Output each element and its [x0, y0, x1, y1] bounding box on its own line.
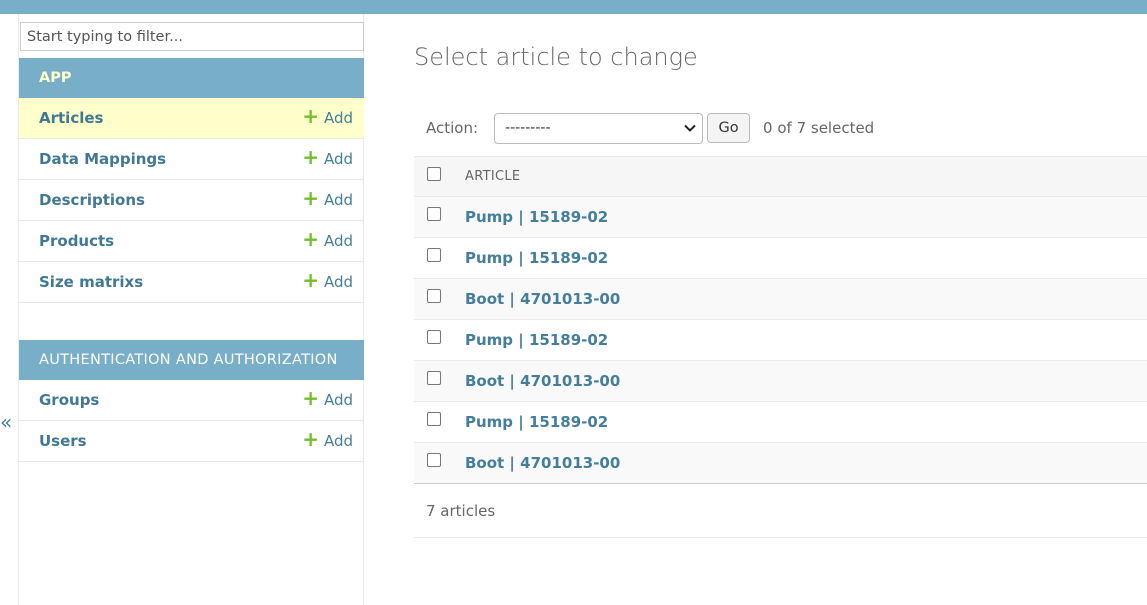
results-table: ARTICLE Pump | 15189-02 Pump | 15189-02 …: [414, 156, 1147, 484]
add-users-link[interactable]: + Add: [302, 427, 353, 451]
plus-icon: +: [302, 104, 319, 128]
nav-filter-input[interactable]: [20, 22, 364, 51]
add-label[interactable]: Add: [324, 391, 353, 409]
add-label[interactable]: Add: [324, 150, 353, 168]
table-header: ARTICLE: [414, 156, 1147, 197]
module-app: APP Articles + Add Data Mappings + Add Des…: [19, 58, 364, 303]
table-row: Pump | 15189-02: [414, 320, 1147, 361]
add-data-mappings-link[interactable]: + Add: [302, 145, 353, 169]
article-link[interactable]: Boot | 4701013-00: [465, 372, 620, 390]
sidebar-item-label[interactable]: Size matrixs: [39, 273, 143, 291]
add-label[interactable]: Add: [324, 273, 353, 291]
table-row: Boot | 4701013-00: [414, 443, 1147, 484]
collapse-sidebar-icon[interactable]: «: [0, 410, 12, 434]
nav-sidebar: APP Articles + Add Data Mappings + Add Des…: [18, 14, 364, 605]
add-label[interactable]: Add: [324, 191, 353, 209]
sidebar-item-groups[interactable]: Groups + Add: [19, 380, 364, 421]
row-checkbox[interactable]: [427, 248, 441, 262]
article-link[interactable]: Pump | 15189-02: [465, 208, 608, 226]
table-row: Pump | 15189-02: [414, 197, 1147, 238]
add-descriptions-link[interactable]: + Add: [302, 186, 353, 210]
plus-icon: +: [302, 268, 319, 292]
selection-counter: 0 of 7 selected: [763, 119, 875, 137]
add-articles-link[interactable]: + Add: [302, 104, 353, 128]
sidebar-item-descriptions[interactable]: Descriptions + Add: [19, 180, 364, 221]
column-header-article[interactable]: ARTICLE: [465, 169, 520, 184]
article-link[interactable]: Pump | 15189-02: [465, 413, 608, 431]
sidebar-item-label[interactable]: Users: [39, 432, 87, 450]
row-checkbox[interactable]: [427, 207, 441, 221]
sidebar-item-label[interactable]: Articles: [39, 109, 103, 127]
table-row: Pump | 15189-02: [414, 402, 1147, 443]
row-checkbox[interactable]: [427, 453, 441, 467]
article-link[interactable]: Boot | 4701013-00: [465, 454, 620, 472]
action-select[interactable]: ---------: [494, 112, 704, 144]
row-checkbox[interactable]: [427, 371, 441, 385]
module-auth: AUTHENTICATION AND AUTHORIZATION Groups …: [19, 340, 364, 462]
table-row: Boot | 4701013-00: [414, 279, 1147, 320]
sidebar-item-label[interactable]: Groups: [39, 391, 99, 409]
action-select-value: ---------: [505, 120, 551, 136]
table-row: Boot | 4701013-00: [414, 361, 1147, 402]
sidebar-item-label[interactable]: Products: [39, 232, 114, 250]
select-all-checkbox[interactable]: [427, 166, 441, 181]
plus-icon: +: [302, 145, 319, 169]
sidebar-item-size-matrixs[interactable]: Size matrixs + Add: [19, 262, 364, 303]
table-body: Pump | 15189-02 Pump | 15189-02 Boot | 4…: [414, 197, 1147, 484]
paginator: 7 articles: [414, 485, 1147, 538]
row-checkbox[interactable]: [427, 412, 441, 426]
module-header-auth[interactable]: AUTHENTICATION AND AUTHORIZATION: [19, 340, 364, 380]
chevron-down-icon: [684, 124, 696, 132]
article-link[interactable]: Boot | 4701013-00: [465, 290, 620, 308]
sidebar-item-label[interactable]: Data Mappings: [39, 150, 166, 168]
action-label: Action:: [426, 119, 479, 137]
article-link[interactable]: Pump | 15189-02: [465, 331, 608, 349]
article-link[interactable]: Pump | 15189-02: [465, 249, 608, 267]
plus-icon: +: [302, 386, 319, 410]
row-checkbox[interactable]: [427, 289, 441, 303]
add-label[interactable]: Add: [324, 109, 353, 127]
actions-bar: Action: --------- Go 0 of 7 selected: [414, 112, 1147, 144]
add-products-link[interactable]: + Add: [302, 227, 353, 251]
add-size-matrixs-link[interactable]: + Add: [302, 268, 353, 292]
sidebar-item-articles[interactable]: Articles + Add: [19, 98, 364, 139]
table-row: Pump | 15189-02: [414, 238, 1147, 279]
sidebar-item-data-mappings[interactable]: Data Mappings + Add: [19, 139, 364, 180]
row-checkbox[interactable]: [427, 330, 441, 344]
add-groups-link[interactable]: + Add: [302, 386, 353, 410]
sidebar-item-products[interactable]: Products + Add: [19, 221, 364, 262]
sidebar-item-label[interactable]: Descriptions: [39, 191, 145, 209]
page-title: Select article to change: [414, 43, 698, 71]
main-content: Select article to change Action: -------…: [414, 0, 1147, 605]
module-header-app[interactable]: APP: [19, 58, 364, 98]
plus-icon: +: [302, 427, 319, 451]
plus-icon: +: [302, 227, 319, 251]
plus-icon: +: [302, 186, 319, 210]
add-label[interactable]: Add: [324, 232, 353, 250]
add-label[interactable]: Add: [324, 432, 353, 450]
go-button[interactable]: Go: [707, 113, 751, 143]
sidebar-item-users[interactable]: Users + Add: [19, 421, 364, 462]
